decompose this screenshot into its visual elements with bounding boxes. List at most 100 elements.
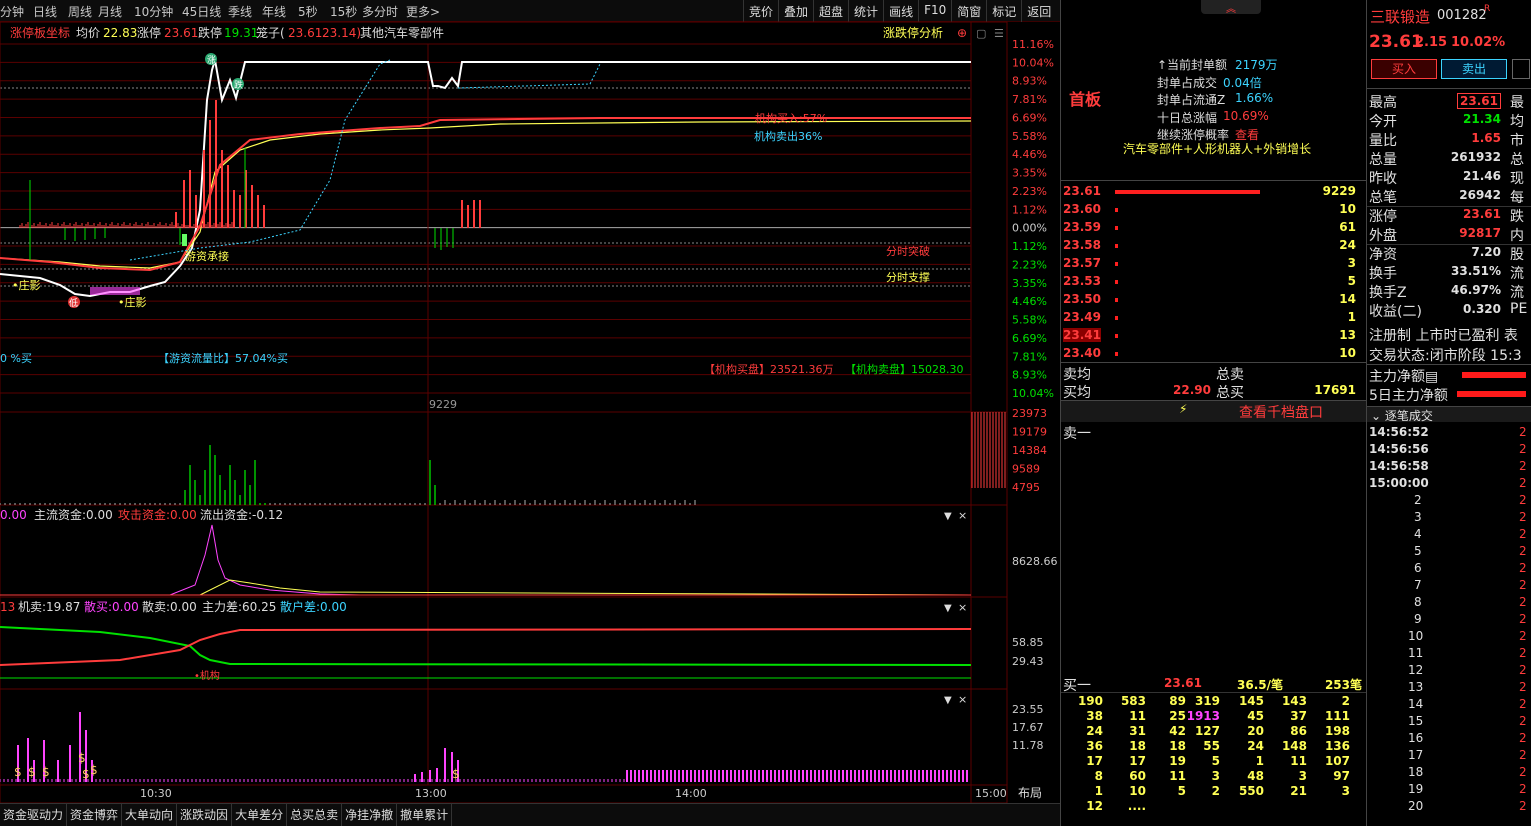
buy-button[interactable]: 买入 [1371, 59, 1437, 79]
field-label: 涨停 [1369, 209, 1397, 225]
down-marker-label: 跌 [234, 80, 243, 91]
sell1-label: 卖一 [1063, 426, 1091, 442]
trade-price-partial: 2 [1519, 527, 1527, 541]
collapse-icon[interactable]: ︽ [1201, 0, 1261, 15]
divider [1367, 364, 1531, 365]
buy1-count: 253笔 [1324, 678, 1362, 692]
green-marker [182, 234, 187, 246]
stock-change: 2.15 [1415, 35, 1448, 50]
field-label: 昨收 [1369, 171, 1397, 187]
trade-price-partial: 2 [1519, 476, 1527, 490]
total-buy-label: 总买 [1216, 385, 1244, 401]
indicator2-text: 散买:0.00 [84, 599, 139, 614]
legend-text: 笼子( [256, 25, 285, 40]
legend-text: 涨停板坐标 [10, 25, 70, 40]
field-label-2: PE [1510, 301, 1528, 317]
main-net-bar [1462, 372, 1526, 378]
info-value: 1.66% [1235, 91, 1274, 105]
total-buy-value: 17691 [1314, 383, 1356, 397]
bottom-tab[interactable]: 总买总卖 [287, 804, 343, 826]
price-axis-label: 2.23% [1012, 185, 1047, 198]
bottom-tab[interactable]: 大单差分 [232, 804, 288, 826]
cyan-dashed-line [457, 63, 601, 89]
trade-index: 11 [1408, 646, 1424, 660]
bid-price: 23.60 [1063, 202, 1101, 216]
info-value: 2179万 [1235, 58, 1278, 72]
time-axis-label: 13:00 [415, 787, 447, 800]
field-label: 外盘 [1369, 228, 1397, 244]
indicator1-axis: 8628.66 [1012, 555, 1058, 568]
indicator3-close: × [958, 693, 967, 706]
info-key: ↑当前封单额 [1157, 58, 1228, 72]
trade-price-partial: 2 [1519, 680, 1527, 694]
trade-index: 16 [1408, 731, 1424, 745]
settings-icon: ⊕ [957, 26, 967, 40]
stock-pct: 10.02% [1451, 35, 1506, 50]
red-trend-line [0, 117, 971, 272]
low-marker-label: 低 [69, 297, 78, 309]
view-depth-link[interactable]: 查看千档盘口 [1239, 402, 1323, 422]
bottom-tab[interactable]: 撤单累计 [397, 804, 453, 826]
fs-zhicheng-label: 分时支撑 [886, 270, 930, 284]
trade-price-partial: 2 [1519, 510, 1527, 524]
price-axis-label: 5.58% [1012, 130, 1047, 143]
indicator2-text: 散卖:0.00 [142, 599, 197, 614]
stock-code: 001282 [1437, 8, 1487, 23]
bid-volume: 61 [1339, 220, 1356, 234]
bottom-tab[interactable]: 大单动向 [122, 804, 178, 826]
bottom-tab[interactable]: 资金博弈 [67, 804, 123, 826]
vol-peak-label: 9229 [429, 398, 457, 411]
field-label-2: 流 [1510, 285, 1524, 301]
money-bag-icon: $ [452, 767, 460, 781]
field-label-2: 市 [1510, 133, 1524, 149]
field-value: 7.20 [1471, 245, 1501, 259]
indicator2-text: 主力差:60.25 [202, 600, 276, 614]
bottom-tab[interactable]: 净挂净撤 [342, 804, 398, 826]
legend-text: 22.83 [103, 26, 137, 40]
legend-text: 均价 [76, 26, 100, 40]
bid-bar [1115, 352, 1118, 356]
indicator1-close: × [958, 509, 967, 522]
more-icon[interactable] [1512, 59, 1530, 79]
field-value: 1.65 [1471, 131, 1501, 145]
indicator3-axis: 17.67 [1012, 721, 1044, 734]
indicator2-line [0, 628, 972, 666]
money-bag-icon: $ [14, 765, 22, 779]
main-net-label: 主力净额▤ [1369, 369, 1439, 385]
volume-axis-label: 14384 [1012, 444, 1047, 457]
bid-volume: 24 [1339, 238, 1356, 252]
trade-index: 13 [1408, 680, 1424, 694]
price-axis-label: 1.12% [1012, 240, 1047, 253]
sell-button[interactable]: 卖出 [1441, 59, 1507, 79]
info-key: 封单占成交 [1157, 75, 1218, 90]
jigou-small-label: •机构 [194, 669, 220, 682]
divider [1061, 692, 1367, 693]
bid-bar [1115, 190, 1260, 194]
field-value: 92817 [1459, 226, 1501, 240]
field-label: 换手 [1369, 266, 1397, 282]
field-label-2: 内 [1510, 228, 1524, 244]
trade-price-partial: 2 [1519, 442, 1527, 456]
bid-price: 23.40 [1063, 346, 1101, 360]
up-marker-label: 涨 [207, 55, 216, 66]
field-label: 总笔 [1369, 190, 1397, 206]
bid-price: 23.59 [1063, 220, 1101, 234]
trade-index: 17 [1408, 748, 1424, 762]
youzi-chengjie-label: 游资承接 [185, 250, 229, 263]
trade-price-partial: 2 [1519, 663, 1527, 677]
board-title: 首板 [1069, 90, 1102, 109]
price-axis-label: 3.35% [1012, 167, 1047, 180]
trade-price-partial: 2 [1519, 765, 1527, 779]
price-axis-label: 7.81% [1012, 93, 1047, 106]
bottom-tab[interactable]: 资金驱动力 [0, 804, 68, 826]
info-value: 0.04倍 [1223, 75, 1262, 90]
chart-area: 11.16% 10.04% 8.93% 7.81% 6.69% 5.58% 4.46% 3.3… [0, 21, 1058, 803]
trade-index: 4 [1414, 527, 1422, 541]
trade-price-partial: 2 [1519, 714, 1527, 728]
trades-header[interactable]: ⌄ 逐笔成交 [1371, 407, 1433, 424]
bottom-tab[interactable]: 涨跌动因 [177, 804, 233, 826]
indicator1-text: 攻击资金:0.00 [118, 507, 197, 522]
price-axis-label: 4.46% [1012, 295, 1047, 308]
trade-index: 5 [1414, 544, 1422, 558]
magenta-band [90, 287, 140, 295]
